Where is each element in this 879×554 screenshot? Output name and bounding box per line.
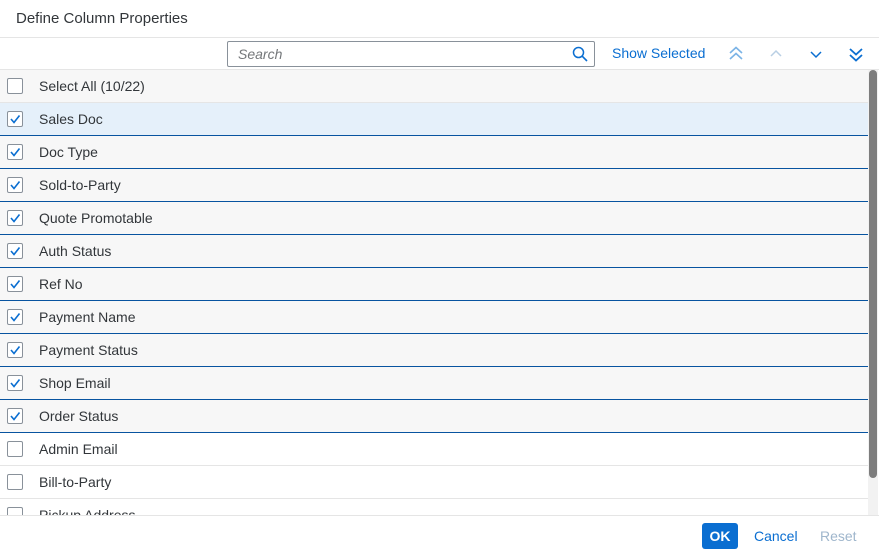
list-item-label: Quote Promotable <box>39 210 153 226</box>
list-item-checkbox[interactable] <box>7 144 23 160</box>
checkmark-icon <box>10 313 21 322</box>
scrollbar-thumb[interactable] <box>869 70 877 478</box>
list-item-label: Pickup Address <box>39 507 136 515</box>
chevron-up-icon[interactable] <box>764 42 788 66</box>
list-item-checkbox[interactable] <box>7 441 23 457</box>
cancel-button[interactable]: Cancel <box>748 523 804 549</box>
select-all-row[interactable]: Select All (10/22) <box>0 70 868 103</box>
list-item-checkbox[interactable] <box>7 474 23 490</box>
list-item-label: Doc Type <box>39 144 98 160</box>
column-list: Select All (10/22) Sales Doc Doc Type Sold… <box>0 70 868 515</box>
list-item-checkbox[interactable] <box>7 276 23 292</box>
list-item[interactable]: Quote Promotable <box>0 202 868 235</box>
column-items: Sales Doc Doc Type Sold-to-Party Quote Prom… <box>0 103 868 515</box>
list-item-checkbox[interactable] <box>7 408 23 424</box>
list-item-label: Auth Status <box>39 243 112 259</box>
list-item-label: Bill-to-Party <box>39 474 112 490</box>
dialog-footer: OK Cancel Reset <box>0 515 879 554</box>
dialog-title: Define Column Properties <box>16 10 188 27</box>
checkmark-icon <box>10 115 21 124</box>
list-item[interactable]: Admin Email <box>0 433 868 466</box>
select-all-label: Select All (10/22) <box>39 78 145 94</box>
list-item-label: Shop Email <box>39 375 111 391</box>
checkmark-icon <box>10 247 21 256</box>
list-scrollbar[interactable] <box>868 70 878 515</box>
list-item-checkbox[interactable] <box>7 342 23 358</box>
chevron-down-icon[interactable] <box>804 42 828 66</box>
list-item-label: Sales Doc <box>39 111 103 127</box>
dialog-header: Define Column Properties <box>0 0 879 38</box>
list-item-checkbox[interactable] <box>7 309 23 325</box>
list-item-checkbox[interactable] <box>7 375 23 391</box>
list-item[interactable]: Sold-to-Party <box>0 169 868 202</box>
checkmark-icon <box>10 346 21 355</box>
list-item[interactable]: Pickup Address <box>0 499 868 515</box>
reset-button[interactable]: Reset <box>814 523 863 549</box>
select-all-checkbox[interactable] <box>7 78 23 94</box>
list-item-label: Admin Email <box>39 441 118 457</box>
list-item-checkbox[interactable] <box>7 210 23 226</box>
search-field <box>227 41 595 67</box>
list-item[interactable]: Bill-to-Party <box>0 466 868 499</box>
list-item-label: Ref No <box>39 276 83 292</box>
search-input[interactable] <box>228 42 566 66</box>
list-item[interactable]: Sales Doc <box>0 103 868 136</box>
list-item-checkbox[interactable] <box>7 507 23 515</box>
list-item[interactable]: Payment Name <box>0 301 868 334</box>
list-item-checkbox[interactable] <box>7 243 23 259</box>
checkmark-icon <box>10 412 21 421</box>
double-chevron-up-icon[interactable] <box>724 42 748 66</box>
list-item-label: Sold-to-Party <box>39 177 121 193</box>
list-item[interactable]: Ref No <box>0 268 868 301</box>
list-item-label: Order Status <box>39 408 119 424</box>
checkmark-icon <box>10 214 21 223</box>
search-icon[interactable] <box>566 46 594 62</box>
checkmark-icon <box>10 280 21 289</box>
list-item-label: Payment Status <box>39 342 138 358</box>
list-item-checkbox[interactable] <box>7 111 23 127</box>
list-item-label: Payment Name <box>39 309 136 325</box>
list-item[interactable]: Payment Status <box>0 334 868 367</box>
list-item[interactable]: Shop Email <box>0 367 868 400</box>
dialog-toolbar: Show Selected <box>0 38 879 70</box>
define-column-properties-dialog: Define Column Properties Show Selected S… <box>0 0 879 554</box>
ok-button[interactable]: OK <box>702 523 738 549</box>
checkmark-icon <box>10 148 21 157</box>
double-chevron-down-icon[interactable] <box>844 42 868 66</box>
list-item[interactable]: Doc Type <box>0 136 868 169</box>
list-item-checkbox[interactable] <box>7 177 23 193</box>
checkmark-icon <box>10 379 21 388</box>
show-selected-button[interactable]: Show Selected <box>612 45 705 61</box>
list-item[interactable]: Order Status <box>0 400 868 433</box>
checkmark-icon <box>10 181 21 190</box>
list-item[interactable]: Auth Status <box>0 235 868 268</box>
